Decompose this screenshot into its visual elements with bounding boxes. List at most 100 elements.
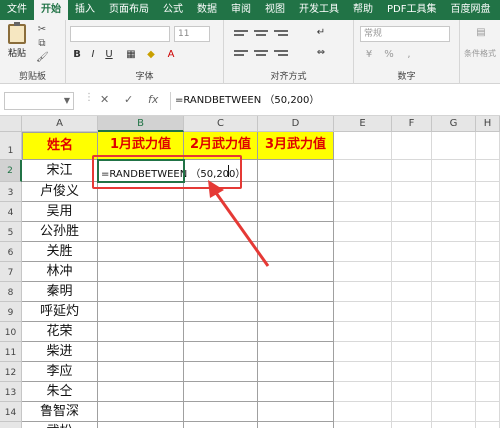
cell-h3[interactable] [476,182,500,202]
cell-c6[interactable] [184,242,258,262]
cell-d11[interactable] [258,342,334,362]
drag-handle-icon[interactable]: ⋮ [84,92,94,103]
cell-d4[interactable] [258,202,334,222]
cell-f15[interactable] [392,422,432,428]
select-all-corner[interactable] [0,116,22,132]
column-header-a[interactable]: A [22,116,98,132]
cell-b15[interactable] [98,422,184,428]
format-painter-icon[interactable]: 🖌 [36,52,49,64]
cell-a9[interactable]: 呼延灼 [22,302,98,322]
tab-3[interactable]: 页面布局 [102,0,156,20]
cell-e14[interactable] [334,402,392,422]
cell-d6[interactable] [258,242,334,262]
cell-h14[interactable] [476,402,500,422]
row-header-14[interactable]: 14 [0,402,22,422]
cell-d15[interactable] [258,422,334,428]
row-header-5[interactable]: 5 [0,222,22,242]
cell-e1[interactable] [334,132,392,160]
insert-function-icon[interactable]: fx [148,93,158,106]
cell-c9[interactable] [184,302,258,322]
tab-5[interactable]: 数据 [190,0,224,20]
cell-e3[interactable] [334,182,392,202]
cell-h11[interactable] [476,342,500,362]
cell-d8[interactable] [258,282,334,302]
cell-g7[interactable] [432,262,476,282]
cell-h15[interactable] [476,422,500,428]
cell-b4[interactable] [98,202,184,222]
row-header-10[interactable]: 10 [0,322,22,342]
row-header-13[interactable]: 13 [0,382,22,402]
cell-d14[interactable] [258,402,334,422]
tab-4[interactable]: 公式 [156,0,190,20]
cell-a14[interactable]: 鲁智深 [22,402,98,422]
cell-a4[interactable]: 吴用 [22,202,98,222]
cell-g6[interactable] [432,242,476,262]
cell-f2[interactable] [392,160,432,182]
row-header-4[interactable]: 4 [0,202,22,222]
cell-c12[interactable] [184,362,258,382]
cell-c5[interactable] [184,222,258,242]
cell-h9[interactable] [476,302,500,322]
cell-g1[interactable] [432,132,476,160]
tab-6[interactable]: 审阅 [224,0,258,20]
conditional-format-label[interactable]: 条件格式 [460,48,500,59]
name-box[interactable]: ▼ [4,92,74,110]
row-header-7[interactable]: 7 [0,262,22,282]
cell-g8[interactable] [432,282,476,302]
cell-g3[interactable] [432,182,476,202]
cell-b8[interactable] [98,282,184,302]
copy-icon[interactable]: ⧉ [36,38,48,50]
cell-h8[interactable] [476,282,500,302]
cell-a5[interactable]: 公孙胜 [22,222,98,242]
cell-b10[interactable] [98,322,184,342]
cell-a13[interactable]: 朱仝 [22,382,98,402]
cell-c8[interactable] [184,282,258,302]
formula-input[interactable]: =RANDBETWEEN （50,200） [170,92,495,110]
cell-h10[interactable] [476,322,500,342]
cell-d13[interactable] [258,382,334,402]
cell-e12[interactable] [334,362,392,382]
cell-c13[interactable] [184,382,258,402]
cell-e4[interactable] [334,202,392,222]
tab-10[interactable]: PDF工具集 [380,0,443,20]
tab-8[interactable]: 开发工具 [292,0,346,20]
cell-c15[interactable] [184,422,258,428]
cell-g5[interactable] [432,222,476,242]
cell-f13[interactable] [392,382,432,402]
header-name-cell[interactable]: 姓名 [22,132,98,160]
chevron-down-icon[interactable]: ▼ [64,96,70,105]
tab-1[interactable]: 开始 [34,0,68,20]
column-header-b[interactable]: B [98,116,184,132]
cell-b5[interactable] [98,222,184,242]
cell-g13[interactable] [432,382,476,402]
cell-b11[interactable] [98,342,184,362]
cell-c14[interactable] [184,402,258,422]
cell-f4[interactable] [392,202,432,222]
column-header-f[interactable]: F [392,116,432,132]
cell-b6[interactable] [98,242,184,262]
cell-e5[interactable] [334,222,392,242]
cell-b12[interactable] [98,362,184,382]
cell-f7[interactable] [392,262,432,282]
cell-h2[interactable] [476,160,500,182]
row-header-2[interactable]: 2 [0,160,22,182]
tab-2[interactable]: 插入 [68,0,102,20]
italic-button[interactable]: I [86,48,100,62]
cell-c10[interactable] [184,322,258,342]
merge-cells-icon[interactable]: ⇔ [314,46,328,60]
cell-a8[interactable]: 秦明 [22,282,98,302]
cell-e13[interactable] [334,382,392,402]
bold-button[interactable]: B [70,48,84,62]
cell-f8[interactable] [392,282,432,302]
cell-h12[interactable] [476,362,500,382]
cell-d12[interactable] [258,362,334,382]
cell-a2[interactable]: 宋江 [22,160,98,182]
cell-g4[interactable] [432,202,476,222]
cell-c4[interactable] [184,202,258,222]
tab-7[interactable]: 视图 [258,0,292,20]
header-month-3-cell[interactable]: 3月武力值 [258,132,334,160]
row-header-9[interactable]: 9 [0,302,22,322]
wrap-text-icon[interactable]: ↵ [314,26,328,40]
conditional-format-icon[interactable]: ▤ [472,26,490,44]
row-header-15[interactable]: 15 [0,422,22,428]
